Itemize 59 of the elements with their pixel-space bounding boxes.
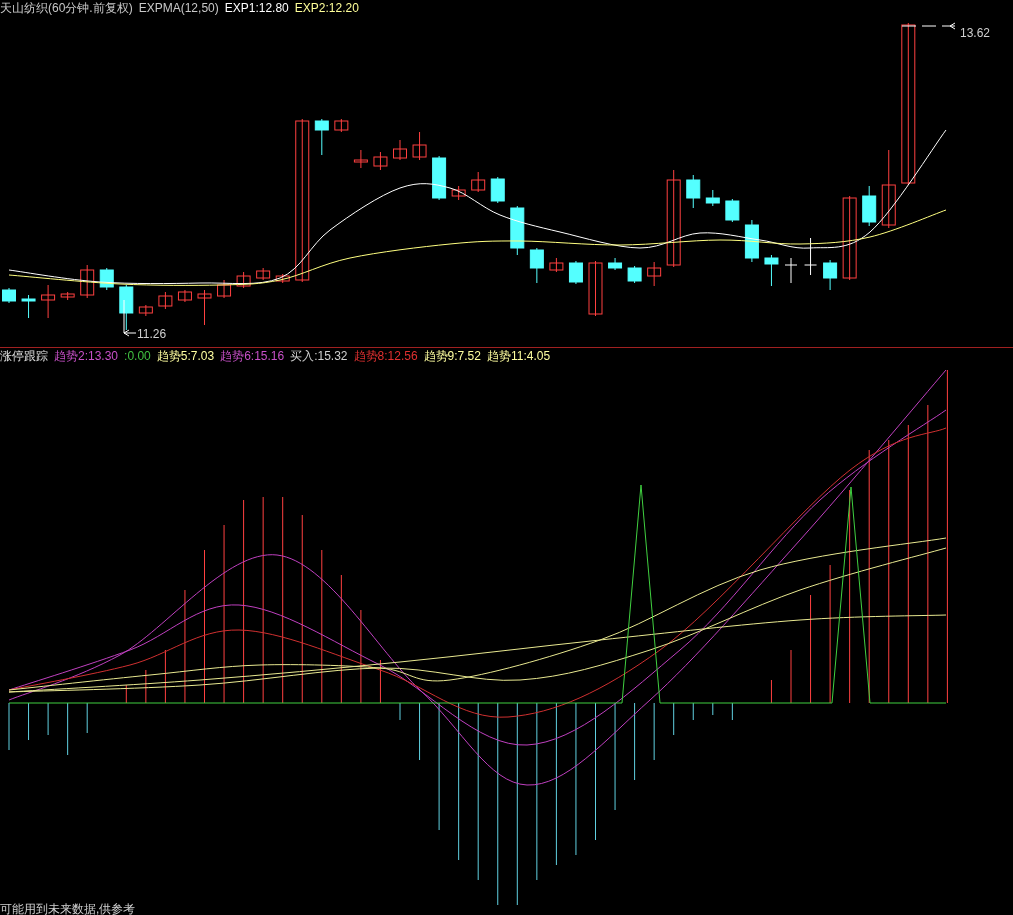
header-text: EXP2:12.20	[294, 0, 359, 16]
header-text: EXP1:12.80	[224, 0, 289, 16]
header-text: 天山纺织(60分钟.前复权)	[0, 0, 133, 16]
legend-text: 趋势5:7.03	[156, 348, 215, 364]
candlestick	[529, 247, 544, 284]
candlestick	[197, 289, 212, 326]
candlestick	[647, 261, 662, 287]
legend-text: 买入:15.32	[290, 348, 348, 364]
legend-text: 趋势2:13.30	[54, 348, 119, 364]
candlestick	[393, 139, 407, 161]
candlestick	[784, 257, 798, 284]
candlestick	[451, 185, 466, 201]
candlestick	[432, 155, 447, 201]
price-label: 11.26	[137, 327, 167, 341]
candlestick	[764, 254, 779, 287]
candlestick	[471, 171, 486, 193]
candlestick	[236, 271, 251, 289]
candlestick	[353, 149, 368, 169]
candlestick	[41, 284, 56, 319]
header-text: EXPMA(12,50)	[138, 0, 219, 16]
candlestick	[744, 219, 759, 263]
candlestick	[119, 284, 134, 331]
legend-text: 趋势8:12.56	[353, 348, 418, 364]
leader-line	[901, 22, 956, 30]
candlestick	[60, 291, 75, 301]
candlestick	[804, 237, 818, 276]
candlestick	[217, 279, 232, 299]
candlestick	[862, 185, 877, 227]
candlestick	[177, 289, 192, 303]
candlestick	[412, 131, 427, 161]
candlestick	[549, 257, 564, 273]
candlestick	[256, 267, 271, 281]
candlestick	[588, 260, 603, 317]
candlestick	[568, 260, 583, 285]
candlestick	[823, 259, 838, 291]
candlestick	[627, 265, 642, 284]
candlestick	[314, 118, 329, 156]
legend-text: 趋势11:4.05	[486, 348, 551, 364]
candlestick	[686, 174, 701, 209]
note-text: 可能用到未来数据,供参考	[0, 902, 136, 915]
candlestick	[158, 291, 173, 310]
legend-text: :0.00	[124, 348, 151, 364]
leader-line	[123, 299, 137, 337]
candlestick	[334, 118, 349, 133]
candlestick	[275, 273, 290, 284]
candlestick	[510, 205, 525, 256]
candlestick	[725, 198, 740, 223]
candlestick	[80, 264, 95, 299]
candlestick	[138, 304, 153, 317]
candlestick	[490, 176, 505, 204]
candlestick	[705, 189, 720, 207]
legend-text: 趋势6:15.16	[220, 348, 285, 364]
indicator-title: 涨停跟踪	[0, 348, 48, 364]
candlestick	[2, 287, 16, 304]
candlestick	[608, 257, 623, 271]
legend-text: 趋势9:7.52	[423, 348, 481, 364]
price-label: 13.62	[960, 26, 991, 40]
candlestick	[21, 294, 36, 319]
candlestick	[373, 151, 388, 171]
